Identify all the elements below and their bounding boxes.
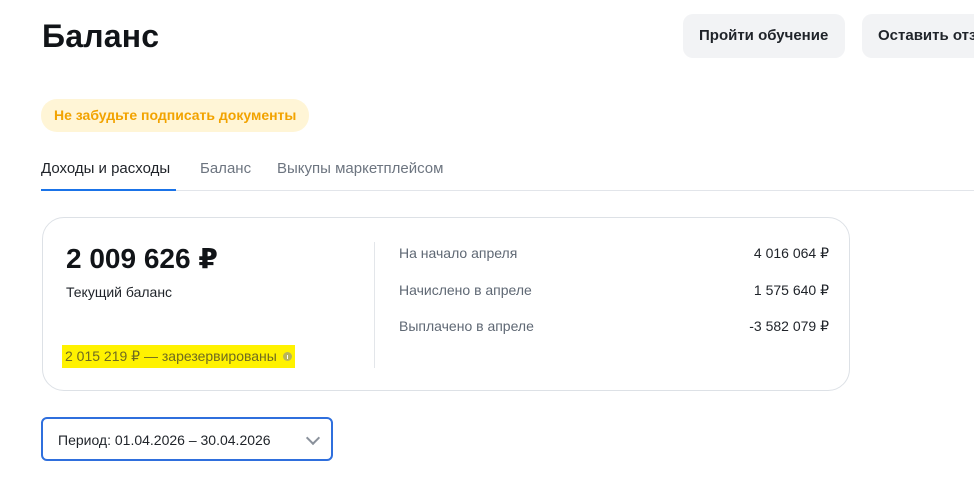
current-balance-label: Текущий баланс <box>66 284 173 300</box>
period-select[interactable]: Период: 01.04.2026 – 30.04.2026 <box>41 417 333 461</box>
stat-value: -3 582 079 ₽ <box>749 318 829 334</box>
tabs-divider <box>41 190 974 191</box>
stat-label: На начало апреля <box>399 245 518 261</box>
stat-row-paid-out: Выплачено в апреле -3 582 079 ₽ <box>399 316 829 336</box>
stat-value: 1 575 640 ₽ <box>753 282 829 298</box>
page-title: Баланс <box>42 18 160 54</box>
active-tab-indicator <box>41 189 176 191</box>
tab-income-expenses[interactable]: Доходы и расходы <box>41 159 170 179</box>
balance-summary-card: 2 009 626 ₽ Текущий баланс 2 015 219 ₽ —… <box>42 217 850 391</box>
chevron-down-icon <box>305 430 321 446</box>
tab-balance[interactable]: Баланс <box>200 159 251 179</box>
stat-label: Выплачено в апреле <box>399 318 534 334</box>
period-select-value: Период: 01.04.2026 – 30.04.2026 <box>58 432 271 448</box>
training-button[interactable]: Пройти обучение <box>683 14 845 58</box>
leave-feedback-button[interactable]: Оставить отз <box>862 14 974 58</box>
info-icon[interactable] <box>282 351 292 361</box>
sign-documents-notice[interactable]: Не забудьте подписать документы <box>41 99 310 132</box>
reserved-amount-highlight: 2 015 219 ₽ — зарезервированы <box>62 345 295 368</box>
stat-row-accrued: Начислено в апреле 1 575 640 ₽ <box>399 280 829 300</box>
tab-marketplace-buyouts[interactable]: Выкупы маркетплейсом <box>277 159 443 179</box>
card-divider <box>374 242 375 368</box>
reserved-amount-text: 2 015 219 ₽ — зарезервированы <box>65 348 277 364</box>
balance-page: Баланс Пройти обучение Оставить отз Не з… <box>0 0 974 477</box>
stat-label: Начислено в апреле <box>399 282 532 298</box>
tabs-bar: Доходы и расходы Баланс Выкупы маркетпле… <box>41 150 974 192</box>
stat-value: 4 016 064 ₽ <box>753 245 829 261</box>
current-balance-amount: 2 009 626 ₽ <box>66 243 218 274</box>
stat-row-start-balance: На начало апреля 4 016 064 ₽ <box>399 243 829 263</box>
